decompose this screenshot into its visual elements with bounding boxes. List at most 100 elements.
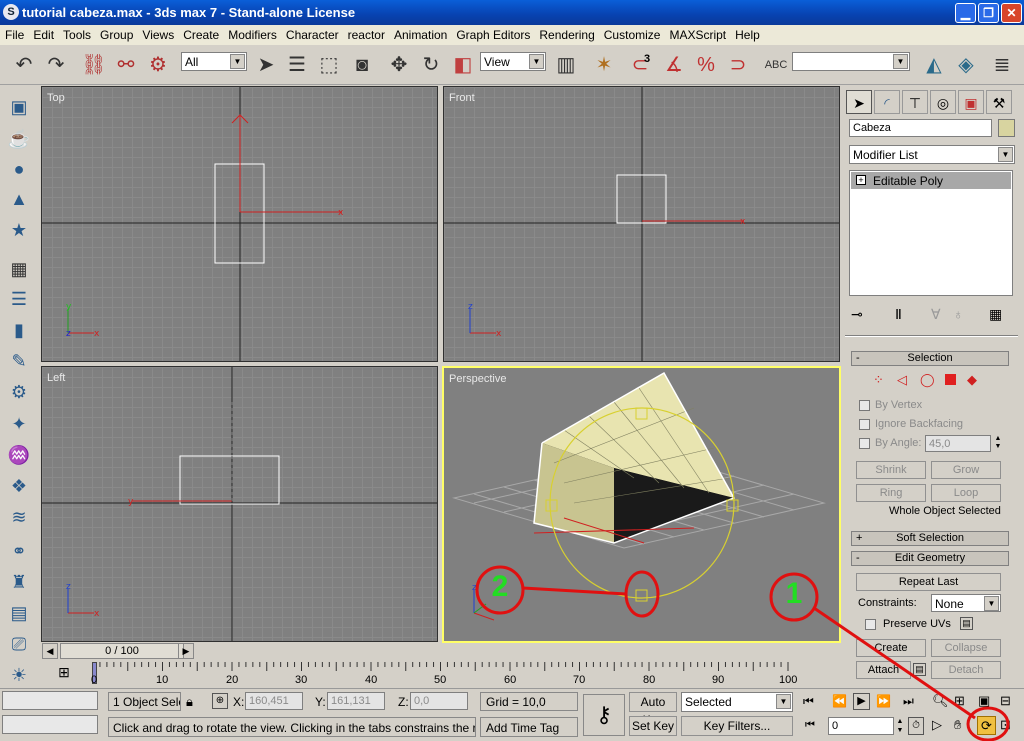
configure-modifier-sets-icon[interactable]: ▦	[989, 306, 1002, 323]
make-unique-icon[interactable]: ∀	[931, 306, 941, 323]
edit-geometry-rollout-header[interactable]: - Edit Geometry	[851, 551, 1009, 566]
stack-icon[interactable]: ☰	[6, 286, 32, 312]
current-frame-field[interactable]: 0	[828, 717, 894, 735]
set-key-button[interactable]: Set Key	[629, 716, 677, 736]
display-tab-icon[interactable]: ▣	[958, 90, 984, 114]
play-icon[interactable]: ▶	[853, 693, 870, 710]
repeat-last-button[interactable]: Repeat Last	[856, 573, 1001, 591]
element-subobject-icon[interactable]: ◆	[967, 372, 977, 388]
align-icon[interactable]: ◈	[952, 51, 980, 79]
time-configuration-icon[interactable]: ⏱	[908, 717, 924, 735]
utilities-tab-icon[interactable]: ⚒	[986, 90, 1012, 114]
reference-coordinate-dropdown[interactable]: View ▼	[480, 52, 546, 71]
soft-selection-rollout-header[interactable]: + Soft Selection	[851, 531, 1009, 546]
redo-icon[interactable]: ↷	[42, 51, 70, 79]
arc-rotate-icon[interactable]: ⟳	[977, 716, 996, 735]
menu-maxscript[interactable]: MAXScript	[664, 25, 730, 42]
create-button[interactable]: Create	[856, 639, 926, 657]
close-button[interactable]: ✕	[1001, 3, 1022, 23]
maxscript-listener-top[interactable]	[2, 691, 98, 710]
ring-button[interactable]: Ring	[856, 484, 926, 502]
viewport-left-label[interactable]: Left	[47, 372, 65, 384]
viewport-perspective-label[interactable]: Perspective	[449, 373, 506, 385]
menu-customize[interactable]: Customize	[599, 25, 665, 42]
add-time-tag[interactable]: Add Time Tag	[480, 717, 578, 737]
absolute-mode-icon[interactable]: ⊕	[212, 693, 228, 709]
show-end-result-icon[interactable]: Ⅱ	[895, 306, 902, 323]
viewport-top-label[interactable]: Top	[47, 92, 65, 104]
teapot-icon[interactable]: ☕	[6, 126, 32, 152]
set-key-icon[interactable]: ⚷	[583, 694, 625, 736]
zoom-all-icon[interactable]: ⊞	[954, 693, 965, 709]
select-object-icon[interactable]: ➤	[252, 51, 280, 79]
hierarchy-tab-icon[interactable]: ⊤	[902, 90, 928, 114]
menu-group[interactable]: Group	[95, 25, 137, 42]
time-slider-prev-icon[interactable]: ◀	[42, 643, 58, 659]
menu-graph-editors[interactable]: Graph Editors	[451, 25, 534, 42]
viewport-front[interactable]: x z x Front	[443, 86, 840, 362]
gear-icon[interactable]: ⚙	[6, 379, 32, 405]
maxscript-listener-bottom[interactable]	[2, 715, 98, 734]
by-vertex-checkbox[interactable]	[859, 400, 870, 411]
preserve-uvs-settings-icon[interactable]: ▤	[960, 617, 973, 630]
star-icon[interactable]: ★	[6, 217, 32, 243]
bind-space-warp-icon[interactable]: ⚙	[144, 51, 172, 79]
field-of-view-icon[interactable]: ▷	[932, 717, 942, 733]
key-filters-button[interactable]: Key Filters...	[681, 716, 793, 736]
pan-view-icon[interactable]: ✋︎	[954, 717, 961, 733]
select-and-rotate-icon[interactable]: ↻	[417, 51, 445, 79]
zoom-icon[interactable]: 🔍︎	[932, 693, 949, 709]
select-and-move-icon[interactable]: ✥	[385, 51, 413, 79]
loop-button[interactable]: Loop	[931, 484, 1001, 502]
viewport-left[interactable]: y z x Left	[41, 366, 438, 642]
go-to-start-icon[interactable]: ⏮	[803, 694, 814, 709]
select-and-link-icon[interactable]: ⛓	[80, 51, 108, 79]
polygon-subobject-icon[interactable]	[945, 374, 956, 385]
link-icon[interactable]: ⚭	[6, 538, 32, 564]
previous-frame-icon[interactable]: ⏪	[832, 694, 847, 708]
menu-tools[interactable]: Tools	[58, 25, 95, 42]
select-and-manipulate-icon[interactable]: ✶	[590, 51, 618, 79]
track-bar[interactable]: ⊞ 0 10 20 30 40 50 60 70 80 90 100	[42, 662, 842, 687]
by-angle-spinner[interactable]: 45,0	[925, 435, 991, 452]
preserve-uvs-checkbox[interactable]	[865, 619, 876, 630]
layer-manager-icon[interactable]: ≣	[988, 51, 1016, 79]
collapse-button[interactable]: Collapse	[931, 639, 1001, 657]
time-slider-next-icon[interactable]: ▶	[178, 643, 194, 659]
menu-edit[interactable]: Edit	[28, 25, 58, 42]
x-coordinate-field[interactable]: 160,451	[245, 692, 303, 710]
time-slider[interactable]: ◀ 0 / 100 ▶	[42, 643, 842, 660]
percent-snap-icon[interactable]: %	[692, 51, 720, 79]
modifier-list-dropdown[interactable]: Modifier List ▼	[849, 145, 1015, 164]
key-mode-dropdown[interactable]: Selected ▼	[681, 692, 793, 712]
z-coordinate-field[interactable]: 0,0	[410, 692, 468, 710]
rectangular-selection-icon[interactable]: ⬚	[315, 51, 343, 79]
helper-icon[interactable]: ♒	[6, 442, 32, 468]
window-crossing-icon[interactable]: ◙	[348, 51, 376, 79]
edit-named-selection-icon[interactable]: ABC	[762, 51, 790, 79]
selection-rollout-header[interactable]: - Selection	[851, 351, 1009, 366]
mini-curve-editor-icon[interactable]: ⊞	[46, 664, 82, 684]
go-to-end-icon[interactable]: ⏭	[903, 694, 914, 709]
expand-plus-icon[interactable]: +	[856, 175, 866, 185]
remove-modifier-icon[interactable]: ♁	[953, 306, 964, 322]
biped-icon[interactable]: ♜	[6, 569, 32, 595]
time-slider-thumb[interactable]: 0 / 100	[60, 643, 184, 659]
select-and-scale-icon[interactable]: ◧	[449, 51, 477, 79]
attach-list-icon[interactable]: ▤	[913, 663, 926, 676]
menu-rendering[interactable]: Rendering	[534, 25, 598, 42]
vertex-subobject-icon[interactable]: ⁘	[873, 372, 884, 388]
menu-help[interactable]: Help	[730, 25, 764, 42]
menu-create[interactable]: Create	[178, 25, 223, 42]
shrink-button[interactable]: Shrink	[856, 461, 926, 479]
mirror-icon[interactable]: ◭	[920, 51, 948, 79]
menu-reactor[interactable]: reactor	[343, 25, 389, 42]
detach-button[interactable]: Detach	[931, 661, 1001, 679]
light-icon[interactable]: ☀	[6, 662, 32, 688]
menu-file[interactable]: File	[0, 25, 28, 42]
box-primitive-icon[interactable]: ▣	[6, 94, 32, 120]
y-coordinate-field[interactable]: 161,131	[327, 692, 385, 710]
viewport-top[interactable]: x y x z Top	[41, 86, 438, 362]
pivot-center-icon[interactable]: ▥	[552, 51, 580, 79]
particle-icon[interactable]: ✦	[6, 411, 32, 437]
